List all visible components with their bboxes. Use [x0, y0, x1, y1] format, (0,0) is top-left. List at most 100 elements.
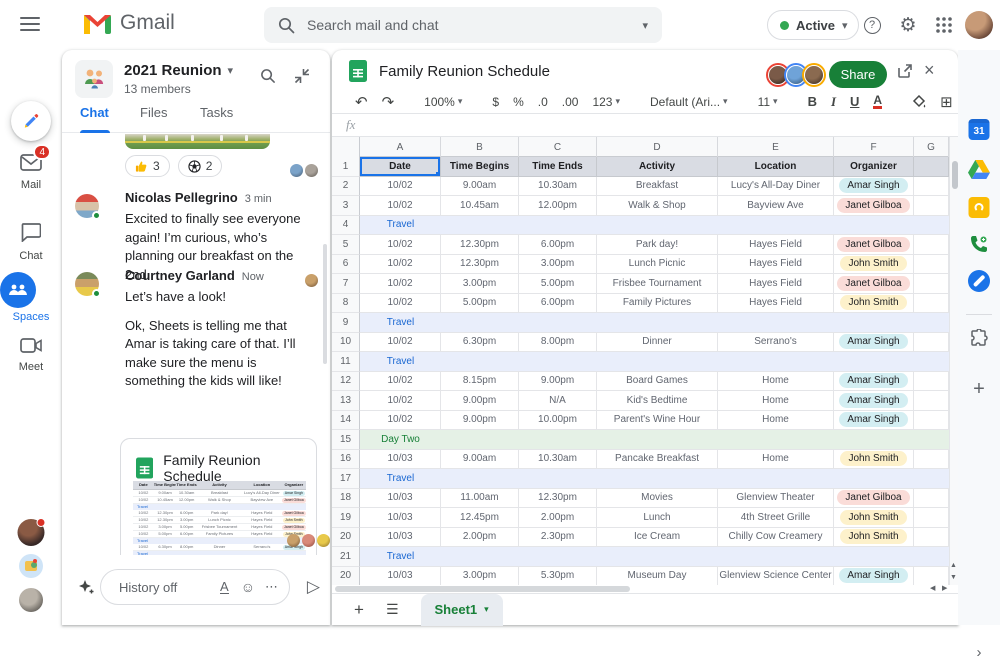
cell[interactable]: 9.00am: [441, 449, 519, 469]
cell[interactable]: Hayes Field: [718, 274, 834, 294]
horizontal-scrollbar[interactable]: [332, 585, 958, 593]
borders-icon[interactable]: ⊞: [933, 93, 960, 111]
font-select[interactable]: Default (Ari... ▾: [643, 95, 735, 109]
cell[interactable]: Amar Singh: [834, 391, 914, 411]
cell[interactable]: 2.00pm: [519, 508, 597, 528]
band-day[interactable]: Day Two: [360, 430, 949, 450]
cell[interactable]: Organizer: [834, 157, 914, 177]
cell[interactable]: 3.00pm: [441, 566, 519, 585]
cell[interactable]: Lunch: [597, 508, 718, 528]
cell[interactable]: 3.00pm: [519, 254, 597, 274]
grid-corner[interactable]: [332, 137, 360, 157]
row-number[interactable]: 19: [332, 508, 360, 528]
cell[interactable]: [914, 254, 949, 274]
cell[interactable]: [914, 196, 949, 216]
search-input[interactable]: Search mail and chat: [307, 17, 630, 33]
cell[interactable]: Ice Cream: [597, 527, 718, 547]
cell[interactable]: Breakfast: [597, 176, 718, 196]
close-panel-icon[interactable]: ×: [924, 60, 935, 81]
band-travel[interactable]: Travel: [360, 313, 949, 333]
scroll-left-arrow[interactable]: ◀: [930, 584, 935, 592]
cell[interactable]: 10/02: [360, 332, 441, 352]
row-number[interactable]: 15: [332, 430, 360, 450]
cell[interactable]: Glenview Science Center: [718, 566, 834, 585]
cell[interactable]: N/A: [519, 391, 597, 411]
cell[interactable]: Pancake Breakfast: [597, 449, 718, 469]
cell[interactable]: 10/02: [360, 176, 441, 196]
cell[interactable]: 9.00pm: [441, 391, 519, 411]
cell[interactable]: Janet Gilboa: [834, 274, 914, 294]
cell[interactable]: 5.00pm: [441, 293, 519, 313]
drive-app-icon[interactable]: [968, 160, 990, 179]
row-number[interactable]: 10: [332, 332, 360, 352]
cell[interactable]: 6.30pm: [441, 332, 519, 352]
zoom-select[interactable]: 100% ▾: [417, 95, 469, 109]
formula-bar[interactable]: fx: [332, 113, 958, 137]
column-header-D[interactable]: D: [597, 137, 718, 157]
apps-grid-icon[interactable]: [932, 13, 956, 37]
sidebar-item-chat[interactable]: Chat: [0, 220, 62, 262]
search-options-chevron-icon[interactable]: ▾: [642, 19, 648, 32]
cell[interactable]: Bayview Ave: [718, 196, 834, 216]
cell[interactable]: [914, 566, 949, 585]
contact-avatar[interactable]: [17, 518, 46, 546]
format-text-icon[interactable]: A: [220, 580, 229, 594]
cell[interactable]: Time Begins: [441, 157, 519, 177]
cell[interactable]: Lunch Picnic: [597, 254, 718, 274]
avatar-courtney[interactable]: [75, 272, 101, 298]
cell[interactable]: 10.00pm: [519, 410, 597, 430]
cell[interactable]: Janet Gilboa: [834, 196, 914, 216]
tasks-app-icon[interactable]: [968, 270, 990, 292]
underline-button[interactable]: U: [843, 94, 866, 109]
scroll-right-arrow[interactable]: ▶: [942, 584, 947, 592]
cell[interactable]: John Smith: [834, 527, 914, 547]
cell[interactable]: 10/02: [360, 254, 441, 274]
voice-app-icon[interactable]: [969, 234, 989, 254]
cell[interactable]: John Smith: [834, 449, 914, 469]
cell[interactable]: 8.00pm: [519, 332, 597, 352]
row-number[interactable]: 3: [332, 196, 360, 216]
cell[interactable]: [914, 176, 949, 196]
fill-color-icon[interactable]: [905, 94, 933, 109]
cell[interactable]: 10/02: [360, 274, 441, 294]
cell[interactable]: Amar Singh: [834, 371, 914, 391]
redo-icon[interactable]: ↷: [375, 93, 402, 111]
settings-gear-icon[interactable]: ⚙: [896, 13, 920, 37]
format-currency-button[interactable]: $: [485, 95, 506, 109]
cell[interactable]: Home: [718, 391, 834, 411]
cell[interactable]: Park day!: [597, 235, 718, 255]
row-number[interactable]: 7: [332, 274, 360, 294]
cell[interactable]: Amar Singh: [834, 332, 914, 352]
scroll-up-arrow[interactable]: ▲: [950, 562, 957, 569]
status-selector[interactable]: Active ▾: [767, 10, 859, 40]
sidebar-item-mail[interactable]: 4 Mail: [0, 144, 62, 191]
cell[interactable]: 9.00pm: [441, 410, 519, 430]
cell[interactable]: 5.00pm: [519, 274, 597, 294]
row-number[interactable]: 9: [332, 313, 360, 333]
row-number[interactable]: 18: [332, 488, 360, 508]
row-number[interactable]: 17: [332, 469, 360, 489]
calendar-app-icon[interactable]: 31: [968, 119, 990, 140]
row-number[interactable]: 5: [332, 235, 360, 255]
row-number[interactable]: 11: [332, 352, 360, 372]
cell[interactable]: Dinner: [597, 332, 718, 352]
band-travel[interactable]: Travel: [360, 352, 949, 372]
row-number[interactable]: 6: [332, 254, 360, 274]
format-percent-button[interactable]: %: [506, 95, 531, 109]
cell[interactable]: 5.30pm: [519, 566, 597, 585]
cell[interactable]: Frisbee Tournament: [597, 274, 718, 294]
cell[interactable]: 10/02: [360, 196, 441, 216]
column-header-A[interactable]: A: [360, 137, 441, 157]
cell[interactable]: 10/03: [360, 508, 441, 528]
more-formats-button[interactable]: 123 ▾: [585, 95, 627, 109]
compose-sparkle-icon[interactable]: [78, 579, 95, 596]
space-name[interactable]: 2021 Reunion ▾: [124, 62, 233, 79]
italic-button[interactable]: I: [824, 94, 843, 110]
help-button[interactable]: ?: [860, 13, 884, 37]
cell[interactable]: Serrano's: [718, 332, 834, 352]
cell[interactable]: Movies: [597, 488, 718, 508]
column-header-F[interactable]: F: [834, 137, 914, 157]
cell[interactable]: 10/02: [360, 235, 441, 255]
column-header-C[interactable]: C: [519, 137, 597, 157]
cell[interactable]: John Smith: [834, 254, 914, 274]
